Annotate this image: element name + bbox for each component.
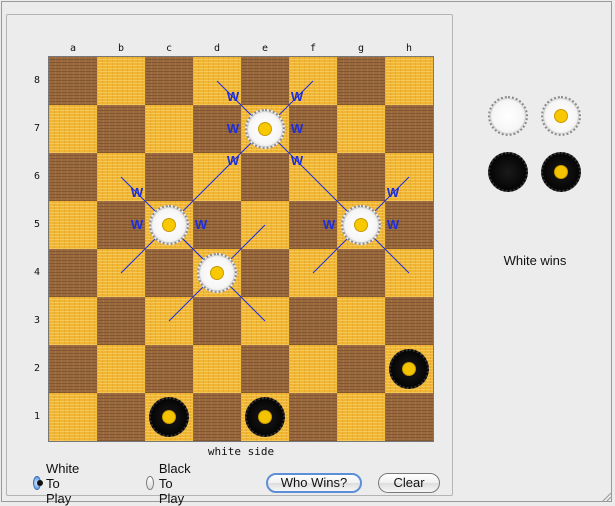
black-piece-h2[interactable] bbox=[389, 349, 429, 389]
king-dot-icon bbox=[355, 219, 367, 231]
result-text: White wins bbox=[503, 253, 567, 268]
radio-white-label: White To Play bbox=[45, 460, 80, 506]
file-label-g: g bbox=[357, 43, 365, 54]
file-label-c: c bbox=[165, 43, 173, 54]
move-marker-b5: W bbox=[130, 217, 144, 232]
file-label-a: a bbox=[69, 43, 77, 54]
white-piece-c5[interactable] bbox=[149, 205, 189, 245]
palette-black-king[interactable] bbox=[541, 152, 581, 192]
file-label-e: e bbox=[261, 43, 269, 54]
move-marker-f5: W bbox=[322, 217, 336, 232]
rank-label-8: 8 bbox=[33, 75, 41, 86]
file-label-b: b bbox=[117, 43, 125, 54]
rank-label-7: 7 bbox=[33, 123, 41, 134]
radio-button-black[interactable] bbox=[146, 476, 154, 490]
resize-grip-icon[interactable] bbox=[601, 491, 611, 501]
board-overlay: W W W W W W W W W W W W bbox=[49, 57, 433, 441]
white-piece-g5[interactable] bbox=[341, 205, 381, 245]
rank-label-6: 6 bbox=[33, 171, 41, 182]
palette-white-man[interactable] bbox=[488, 96, 528, 136]
king-dot-icon bbox=[211, 267, 223, 279]
black-piece-e1[interactable] bbox=[245, 397, 285, 437]
move-marker-d6: W bbox=[226, 153, 240, 168]
file-label-h: h bbox=[405, 43, 413, 54]
king-dot-icon bbox=[163, 219, 175, 231]
rank-label-4: 4 bbox=[33, 267, 41, 278]
rank-label-1: 1 bbox=[33, 411, 41, 422]
black-piece-c1[interactable] bbox=[149, 397, 189, 437]
board-caption: white side bbox=[207, 445, 275, 458]
king-dot-icon bbox=[555, 166, 567, 178]
palette-white-king[interactable] bbox=[541, 96, 581, 136]
radio-black-to-play[interactable]: Black To Play bbox=[146, 461, 197, 506]
white-piece-e7[interactable] bbox=[245, 109, 285, 149]
rank-label-2: 2 bbox=[33, 363, 41, 374]
move-marker-h6: W bbox=[386, 185, 400, 200]
king-dot-icon bbox=[163, 411, 175, 423]
white-piece-d4[interactable] bbox=[197, 253, 237, 293]
move-lines bbox=[120, 80, 410, 322]
move-marker-d7: W bbox=[226, 121, 240, 136]
file-label-f: f bbox=[309, 43, 317, 54]
move-marker-f6: W bbox=[290, 153, 304, 168]
king-dot-icon bbox=[259, 411, 271, 423]
radio-button-white[interactable] bbox=[33, 476, 43, 490]
king-dot-icon bbox=[259, 123, 271, 135]
move-marker-h5: W bbox=[386, 217, 400, 232]
move-marker-d5: W bbox=[194, 217, 208, 232]
move-marker-f8: W bbox=[290, 89, 304, 104]
move-marker-d8: W bbox=[226, 89, 240, 104]
king-dot-icon bbox=[555, 110, 567, 122]
move-marker-f7: W bbox=[290, 121, 304, 136]
radio-white-to-play[interactable]: White To Play bbox=[33, 461, 85, 506]
board-panel: a b c d e f g h 8 7 6 5 4 3 2 1 W W W W W W W W W W W W white sid… bbox=[6, 14, 453, 506]
rank-label-5: 5 bbox=[33, 219, 41, 230]
palette-black-man[interactable] bbox=[488, 152, 528, 192]
side-panel: White wins bbox=[462, 14, 608, 494]
who-wins-button[interactable]: Who Wins? bbox=[266, 473, 362, 493]
clear-button[interactable]: Clear bbox=[378, 473, 440, 493]
king-dot-icon bbox=[403, 363, 415, 375]
radio-black-label: Black To Play bbox=[158, 460, 191, 506]
file-label-d: d bbox=[213, 43, 221, 54]
move-marker-b6: W bbox=[130, 185, 144, 200]
rank-label-3: 3 bbox=[33, 315, 41, 326]
